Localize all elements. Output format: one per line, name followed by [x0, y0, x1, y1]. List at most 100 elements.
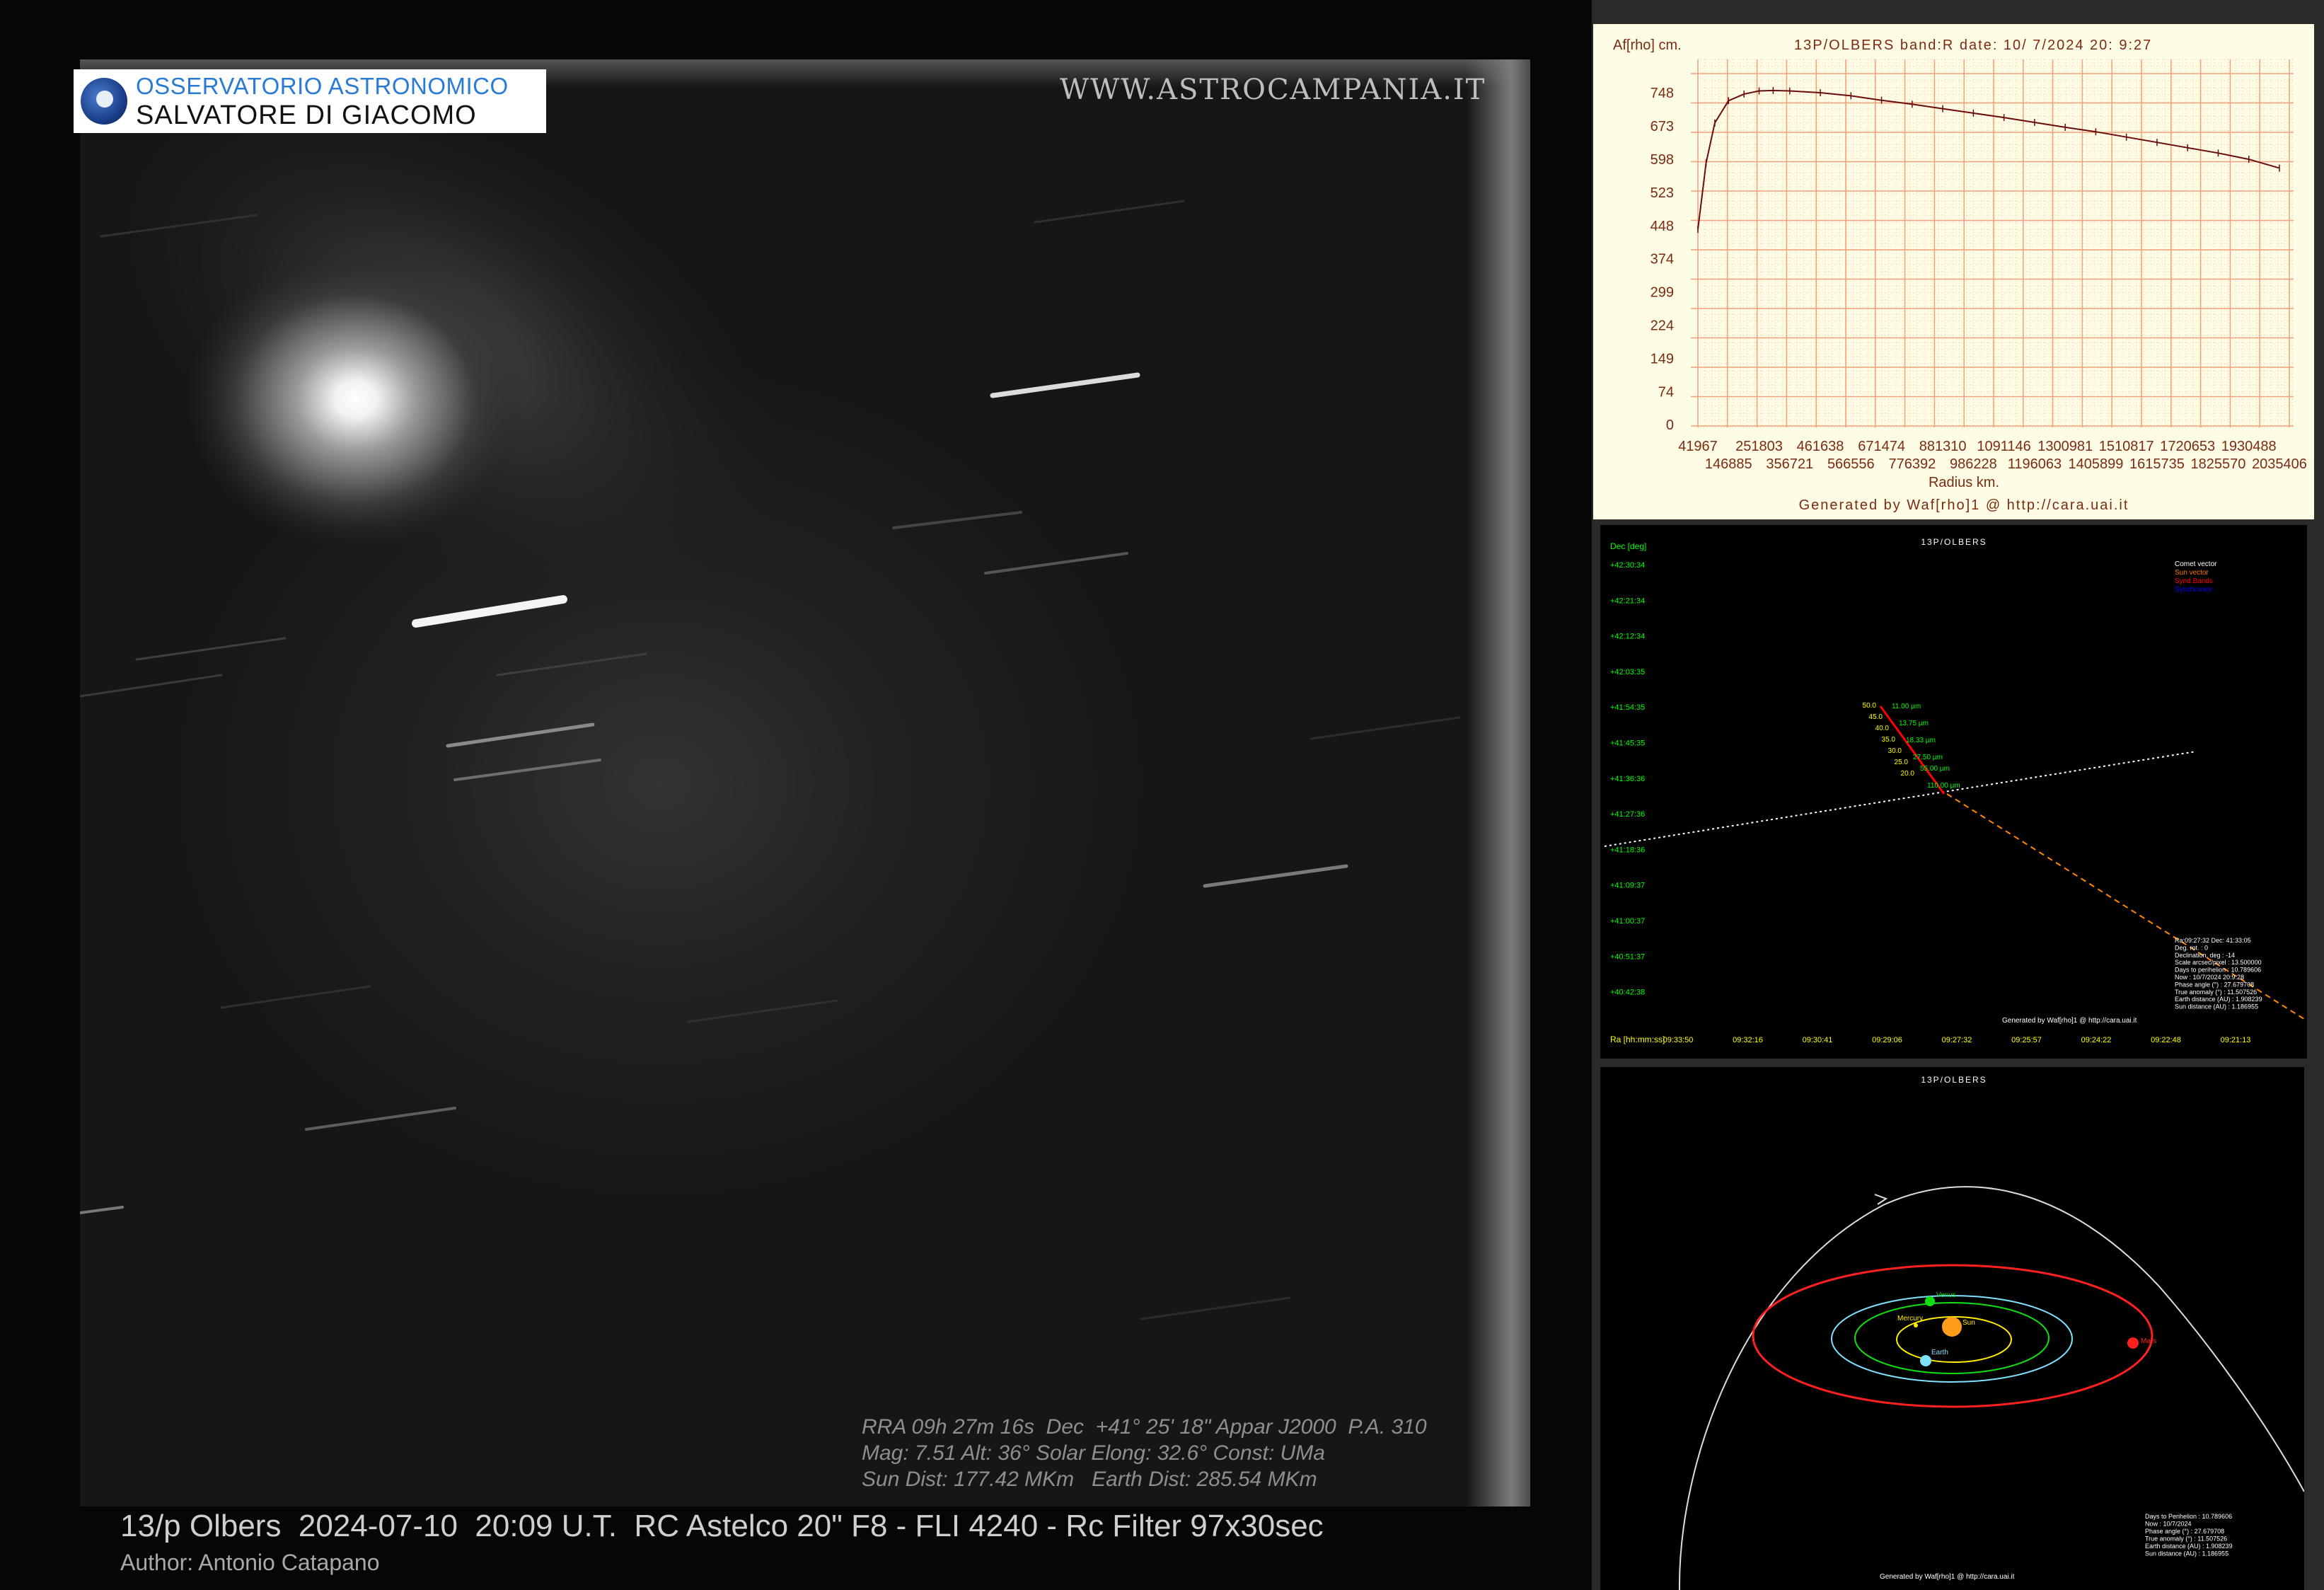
- track-dec-tick: +41:18:36: [1610, 846, 1645, 854]
- earth-marker: [1920, 1355, 1931, 1366]
- orbit-chart: 13P/OLBERS Venus Mercury Sun Earth Mars …: [1600, 1067, 2304, 1590]
- synd-age-label: 20.0: [1901, 770, 1915, 778]
- comet-direction-marker: [1874, 1194, 1888, 1205]
- afrho-xlabel: Radius km.: [1929, 475, 1999, 490]
- synd-size-label: 27.50 µm: [1913, 754, 1943, 761]
- afrho-x-tick: 356721: [1766, 456, 1813, 472]
- synd-age-label: 40.0: [1875, 725, 1890, 732]
- track-dec-tick: +41:27:36: [1610, 810, 1645, 819]
- synd-size-label: 110.00 µm: [1927, 782, 1960, 790]
- orbit-canvas: 13P/OLBERS Venus Mercury Sun Earth Mars …: [1678, 1075, 2304, 1590]
- track-ra-tick: 09:24:22: [2081, 1036, 2112, 1044]
- orbit-footer: Generated by Waf[rho]1 @ http://cara.uai…: [1880, 1573, 2015, 1581]
- synd-age-label: 35.0: [1882, 736, 1896, 744]
- synd-age-label: 25.0: [1895, 759, 1909, 766]
- photo-info-line-3: Sun Dist: 177.42 MKm Earth Dist: 285.54 …: [862, 1468, 1317, 1491]
- track-ra-tick: 09:25:57: [2011, 1036, 2042, 1044]
- orbit-title: 13P/OLBERS: [1921, 1075, 1987, 1085]
- afrho-x-tick: 1405899: [2068, 456, 2123, 472]
- afrho-series-line: [1697, 89, 2280, 230]
- synd-size-label: 18.33 µm: [1906, 737, 1936, 744]
- synd-size-label: 11.00 µm: [1892, 703, 1921, 710]
- track-info-line: Deg. rot. : 0: [2175, 944, 2208, 951]
- sky-track-canvas: 13P/OLBERS Dec [deg] Ra [hh:mm:ss] +42:3…: [1604, 537, 2307, 1044]
- afrho-x-tick: 461638: [1797, 439, 1844, 454]
- track-ra-tick: 09:32:16: [1733, 1036, 1763, 1044]
- track-ra-tick: 09:33:50: [1663, 1036, 1694, 1044]
- track-info-line: Sun distance (AU) : 1.186955: [2175, 1003, 2258, 1010]
- logo-line-1: OSSERVATORIO ASTRONOMICO: [136, 72, 509, 99]
- track-info-line: Phase angle (°) : 27.679708: [2175, 981, 2254, 988]
- afrho-title: 13P/OLBERS band:R date: 10/ 7/2024 20: 9…: [1794, 38, 2152, 53]
- track-dec-tick: +41:36:36: [1610, 775, 1645, 783]
- track-dec-tick: +41:00:37: [1610, 917, 1645, 926]
- track-info-line: Scale arcsec/pixel : 13.500000: [2175, 959, 2262, 966]
- track-ra-tick: 09:21:13: [2221, 1036, 2251, 1044]
- planet-label-mars: Mars: [2141, 1337, 2156, 1345]
- logo-line-2: SALVATORE DI GIACOMO: [136, 100, 477, 130]
- photo-author: Author: Antonio Catapano: [120, 1550, 380, 1575]
- synd-size-label: 55.00 µm: [1920, 765, 1950, 773]
- track-dec-tick: +40:51:37: [1610, 952, 1645, 961]
- photo-caption: 13/p Olbers 2024-07-10 20:09 U.T. RC Ast…: [120, 1509, 1324, 1543]
- afrho-y-tick: 149: [1650, 352, 1674, 367]
- track-dec-tick: +41:54:35: [1610, 703, 1645, 712]
- afrho-y-tick: 748: [1650, 86, 1674, 101]
- track-dec-tick: +42:30:34: [1610, 561, 1645, 570]
- synd-age-label: 30.0: [1888, 747, 1902, 755]
- track-dec-tick: +42:12:34: [1610, 633, 1645, 641]
- venus-orbit: [1854, 1302, 2050, 1374]
- planet-label-earth: Earth: [1931, 1349, 1948, 1356]
- earth-orbit: [1831, 1295, 2073, 1383]
- afrho-x-tick: 566556: [1827, 456, 1875, 472]
- planet-label-venus: Venus: [1936, 1291, 1956, 1299]
- orbit-info-line: Earth distance (AU) : 1.908239: [2145, 1543, 2233, 1550]
- afrho-x-tick: 146885: [1705, 456, 1752, 472]
- afrho-x-tick: 1720653: [2160, 439, 2215, 454]
- sun-marker: [1942, 1317, 1962, 1337]
- track-dec-tick: +42:03:35: [1610, 668, 1645, 676]
- track-legend-item: Synd.Bands: [2175, 577, 2213, 585]
- track-ra-tick: 09:29:06: [1872, 1036, 1902, 1044]
- comet-image: [80, 59, 1530, 1507]
- afrho-y-tick: 448: [1650, 219, 1674, 234]
- comet-coma: [186, 250, 526, 548]
- track-legend-item: Comet vector: [2175, 560, 2217, 568]
- orbit-info-line: Now : 10/7/2024: [2145, 1521, 2192, 1528]
- planet-label-mercury: Mercury: [1897, 1315, 1923, 1323]
- afrho-y-tick: 523: [1650, 185, 1674, 201]
- observatory-logo: OSSERVATORIO ASTRONOMICO SALVATORE DI GI…: [74, 69, 546, 133]
- track-info-line: Now : 10/7/2024 20:9:28: [2175, 974, 2244, 981]
- track-dec-label: Dec [deg]: [1610, 541, 1646, 551]
- afrho-x-tick: 881310: [1919, 439, 1967, 454]
- mars-marker: [2127, 1337, 2139, 1349]
- track-info-line: True anomaly (°) : 11.507526: [2175, 989, 2257, 996]
- afrho-y-tick: 224: [1650, 318, 1674, 334]
- synd-age-label: 45.0: [1869, 713, 1883, 721]
- site-url: WWW.ASTROCAMPANIA.IT: [1060, 74, 1486, 106]
- afrho-x-tick: 776392: [1888, 456, 1936, 472]
- track-dec-tick: +41:45:35: [1610, 739, 1645, 748]
- afrho-y-tick: 0: [1666, 417, 1674, 433]
- sky-track-chart: 13P/OLBERS Dec [deg] Ra [hh:mm:ss] +42:3…: [1600, 525, 2307, 1059]
- track-legend-item: Synchrones: [2175, 586, 2212, 594]
- comet-image-canvas: [80, 82, 1461, 1320]
- afrho-x-tick: 41967: [1678, 439, 1718, 454]
- photo-info-line-2: Mag: 7.51 Alt: 36° Solar Elong: 32.6° Co…: [862, 1441, 1325, 1465]
- track-ra-tick: 09:27:32: [1942, 1036, 1972, 1044]
- track-dec-tick: +42:21:34: [1610, 597, 1645, 605]
- afrho-y-tick: 299: [1650, 285, 1674, 301]
- track-footer: Generated by Waf[rho]1 @ http://cara.uai…: [2002, 1017, 2137, 1025]
- photo-info-line-1: RRA 09h 27m 16s Dec +41° 25' 18" Appar J…: [862, 1415, 1427, 1439]
- planet-label-sun: Sun: [1962, 1319, 1975, 1327]
- afrho-y-tick: 673: [1650, 119, 1674, 134]
- track-dec-tick: +41:09:37: [1610, 882, 1645, 890]
- track-ra-label: Ra [hh:mm:ss]: [1610, 1035, 1665, 1044]
- track-info-line: Declination, deg : -14: [2175, 952, 2235, 959]
- track-ra-tick: 09:22:48: [2151, 1036, 2181, 1044]
- orbit-info-line: Days to Perihelion : 10.789606: [2145, 1513, 2232, 1520]
- afrho-y-tick: 74: [1658, 385, 1674, 401]
- afrho-ylabel: Af[rho] cm.: [1613, 38, 1682, 53]
- track-info-line: Days to perihelion : 10.789606: [2175, 967, 2261, 974]
- synd-size-label: 13.75 µm: [1899, 720, 1929, 727]
